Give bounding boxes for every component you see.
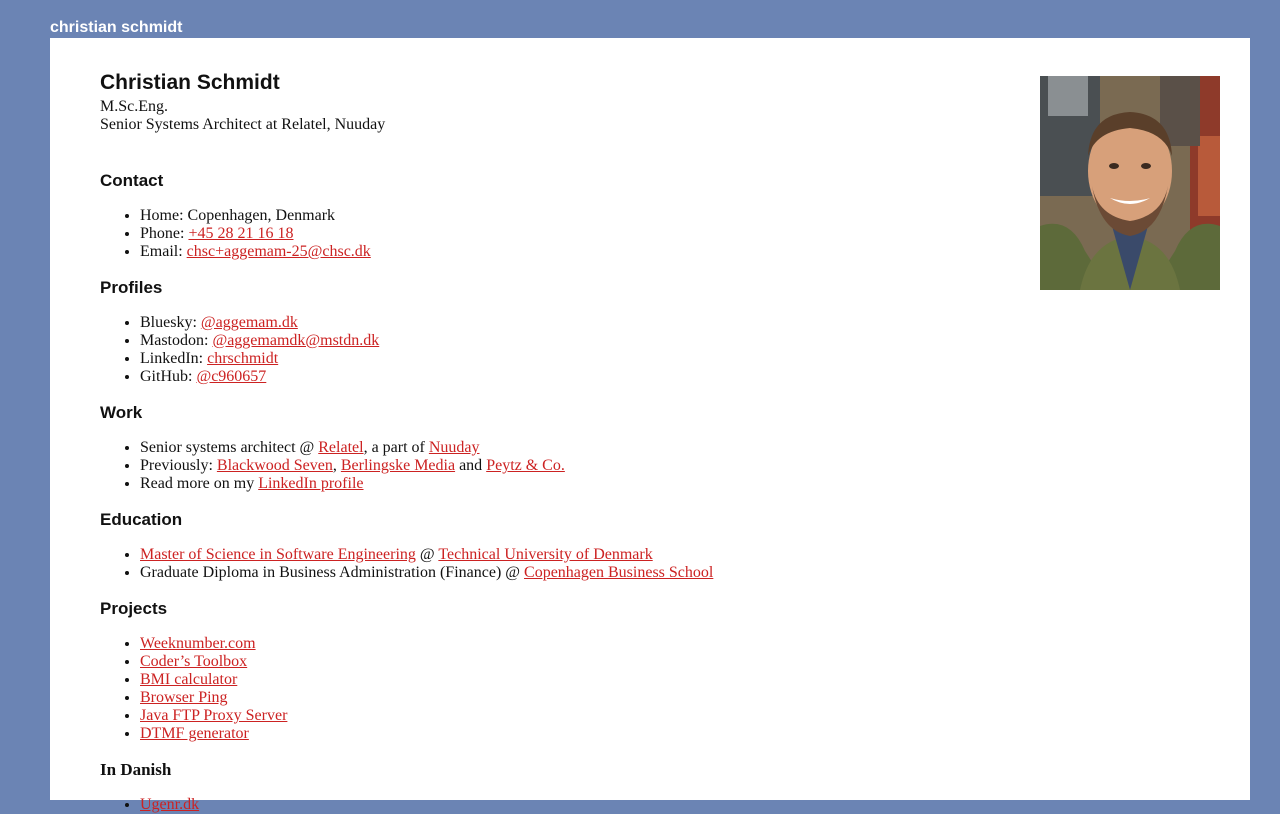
danish-list: Ugenr.dk	[100, 796, 1000, 814]
msc-link[interactable]: Master of Science in Software Engineerin…	[140, 546, 416, 563]
home-label: Home:	[140, 207, 188, 224]
list-item: Weeknumber.com	[140, 635, 1000, 653]
bluesky-label: Bluesky:	[140, 314, 201, 331]
page-card: Christian Schmidt M.Sc.Eng. Senior Syste…	[50, 38, 1250, 813]
project-ftp-proxy-link[interactable]: Java FTP Proxy Server	[140, 707, 287, 724]
profile-mastodon: Mastodon: @aggemamdk@mstdn.dk	[140, 332, 1000, 350]
projects-heading: Projects	[100, 599, 168, 618]
linkedin-profile-link[interactable]: LinkedIn profile	[258, 475, 363, 492]
github-label: GitHub:	[140, 368, 197, 385]
education-list: Master of Science in Software Engineerin…	[100, 546, 1000, 582]
education-heading: Education	[100, 510, 183, 529]
profile-bluesky: Bluesky: @aggemam.dk	[140, 314, 1000, 332]
list-item: Browser Ping	[140, 689, 1000, 707]
linkedin-link[interactable]: chrschmidt	[207, 350, 278, 367]
bluesky-link[interactable]: @aggemam.dk	[201, 314, 298, 331]
list-item: Ugenr.dk	[140, 796, 1000, 814]
ugenr-link[interactable]: Ugenr.dk	[140, 796, 199, 813]
profile-photo	[1040, 76, 1220, 290]
profile-github: GitHub: @c960657	[140, 368, 1000, 386]
work-current-prefix: Senior systems architect @	[140, 439, 319, 456]
relatel-link[interactable]: Relatel	[318, 439, 363, 456]
education-diploma: Graduate Diploma in Business Administrat…	[140, 564, 1000, 582]
list-item: Java FTP Proxy Server	[140, 707, 1000, 725]
contact-home: Home: Copenhagen, Denmark	[140, 207, 1000, 225]
project-bmi-link[interactable]: BMI calculator	[140, 671, 237, 688]
phone-link[interactable]: +45 28 21 16 18	[188, 225, 293, 242]
person-name: Christian Schmidt	[100, 71, 280, 94]
list-item: BMI calculator	[140, 671, 1000, 689]
mastodon-label: Mastodon:	[140, 332, 213, 349]
email-link[interactable]: chsc+aggemam-25@chsc.dk	[187, 243, 371, 260]
contact-phone: Phone: +45 28 21 16 18	[140, 225, 1000, 243]
home-value: Copenhagen, Denmark	[187, 207, 336, 224]
job-title: Senior Systems Architect at Relatel, Nuu…	[100, 116, 386, 133]
mastodon-link[interactable]: @aggemamdk@mstdn.dk	[212, 332, 379, 349]
work-list: Senior systems architect @ Relatel, a pa…	[100, 439, 1000, 493]
danish-heading: In Danish	[100, 760, 172, 779]
work-heading: Work	[100, 403, 143, 422]
profile-linkedin: LinkedIn: chrschmidt	[140, 350, 1000, 368]
work-previous-and: and	[455, 457, 487, 474]
peytz-link[interactable]: Peytz & Co.	[486, 457, 565, 474]
degree: M.Sc.Eng.	[100, 98, 168, 115]
project-coders-toolbox-link[interactable]: Coder’s Toolbox	[140, 653, 247, 670]
site-title[interactable]: christian schmidt	[50, 19, 182, 37]
cbs-link[interactable]: Copenhagen Business School	[524, 564, 713, 581]
email-label: Email:	[140, 243, 187, 260]
dtu-link[interactable]: Technical University of Denmark	[438, 546, 652, 563]
education-msc: Master of Science in Software Engineerin…	[140, 546, 1000, 564]
project-weeknumber-link[interactable]: Weeknumber.com	[140, 635, 256, 652]
contact-list: Home: Copenhagen, Denmark Phone: +45 28 …	[100, 207, 1000, 261]
main-content: Christian Schmidt M.Sc.Eng. Senior Syste…	[100, 38, 1000, 814]
berlingske-media-link[interactable]: Berlingske Media	[341, 457, 455, 474]
projects-list: Weeknumber.com Coder’s Toolbox BMI calcu…	[100, 635, 1000, 743]
linkedin-label: LinkedIn:	[140, 350, 208, 367]
list-item: DTMF generator	[140, 725, 1000, 743]
contact-email: Email: chsc+aggemam-25@chsc.dk	[140, 243, 1000, 261]
work-previous-prefix: Previously:	[140, 457, 217, 474]
profiles-list: Bluesky: @aggemam.dk Mastodon: @aggemamd…	[100, 314, 1000, 386]
blackwood-seven-link[interactable]: Blackwood Seven	[217, 457, 333, 474]
msc-at: @	[415, 546, 439, 563]
work-current: Senior systems architect @ Relatel, a pa…	[140, 439, 1000, 457]
list-item: Coder’s Toolbox	[140, 653, 1000, 671]
github-link[interactable]: @c960657	[196, 368, 266, 385]
project-dtmf-link[interactable]: DTMF generator	[140, 725, 249, 742]
profiles-heading: Profiles	[100, 278, 163, 297]
phone-label: Phone:	[140, 225, 189, 242]
project-browser-ping-link[interactable]: Browser Ping	[140, 689, 228, 706]
contact-heading: Contact	[100, 171, 164, 190]
read-more-prefix: Read more on my	[140, 475, 259, 492]
nuuday-link[interactable]: Nuuday	[429, 439, 480, 456]
work-current-mid: , a part of	[363, 439, 429, 456]
work-previous-sep: ,	[332, 457, 341, 474]
work-previous: Previously: Blackwood Seven, Berlingske …	[140, 457, 1000, 475]
profile-photo-image	[1040, 76, 1220, 290]
diploma-text: Graduate Diploma in Business Administrat…	[140, 564, 525, 581]
work-read-more: Read more on my LinkedIn profile	[140, 475, 1000, 493]
